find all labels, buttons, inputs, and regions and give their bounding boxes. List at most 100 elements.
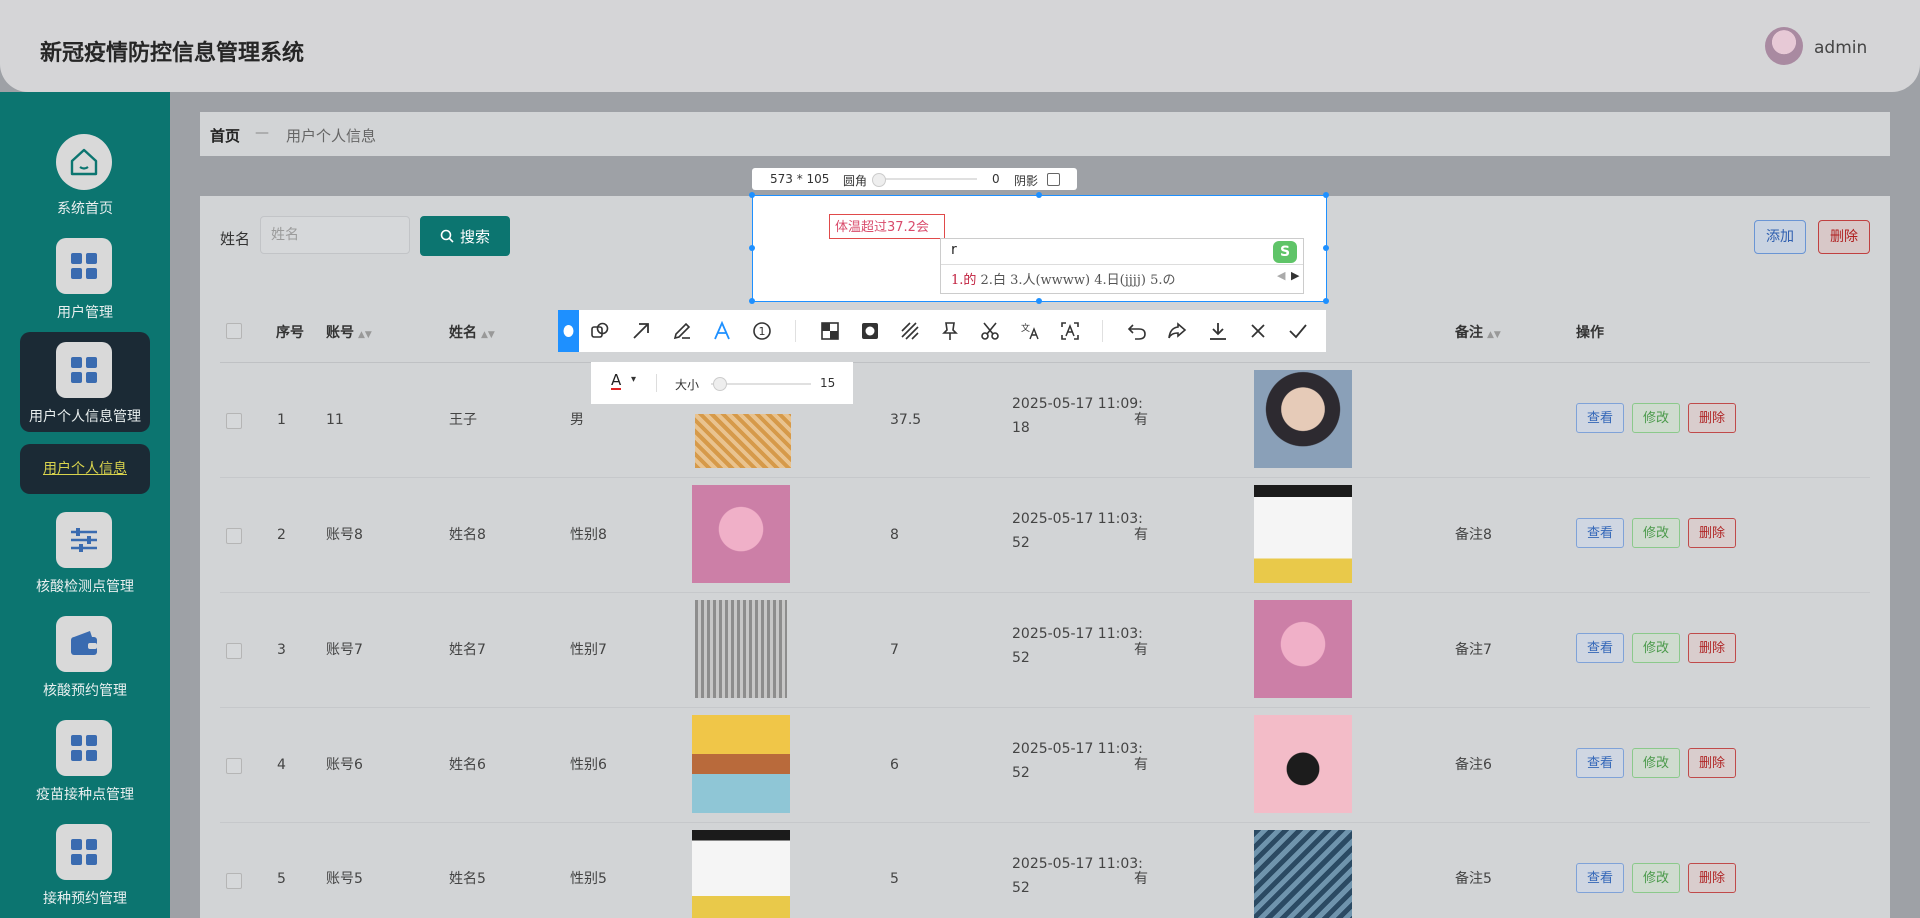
edit-button[interactable]: 修改 [1632, 518, 1681, 548]
row-image-qr [692, 715, 790, 813]
delete-button[interactable]: 删除 [1688, 403, 1737, 433]
resize-handle[interactable] [1323, 192, 1329, 198]
highlight-icon[interactable] [898, 319, 922, 343]
shadow-checkbox[interactable] [1047, 173, 1060, 186]
blur-icon[interactable] [858, 319, 882, 343]
radius-slider-knob[interactable] [872, 173, 886, 187]
chevron-down-icon[interactable]: ▾ [631, 374, 636, 385]
edit-button[interactable]: 修改 [1632, 633, 1681, 663]
search-input[interactable] [260, 216, 410, 254]
undo-icon[interactable] [1125, 319, 1149, 343]
delete-button[interactable]: 删除 [1688, 633, 1737, 663]
text-tool-icon[interactable] [710, 319, 734, 343]
col-name[interactable]: 姓名 ▲▼ [449, 322, 495, 342]
resize-handle[interactable] [749, 298, 755, 304]
search-button[interactable]: 搜索 [420, 216, 510, 256]
capture-toolbar: 1 文 [558, 310, 1326, 352]
sidebar-item-label: 核酸预约管理 [43, 683, 127, 699]
view-button[interactable]: 查看 [1576, 518, 1625, 548]
sidebar-item-personal-info[interactable]: 用户个人信息管理 [0, 342, 170, 442]
cell-remark: 备注7 [1455, 641, 1492, 658]
toolbar-handle[interactable] [558, 310, 579, 352]
radius-slider[interactable] [877, 178, 977, 180]
select-all-checkbox[interactable] [226, 323, 242, 339]
breadcrumb-separator: — [255, 125, 269, 141]
row-checkbox[interactable] [226, 643, 242, 659]
table-row: 3 账号7 姓名7 性别7 7 2025-05-17 11:03: 52 有 备注… [220, 592, 1870, 708]
edit-button[interactable]: 修改 [1632, 748, 1681, 778]
sidebar-item-users[interactable]: 用户管理 [0, 238, 170, 338]
close-icon[interactable] [1246, 319, 1270, 343]
row-image-qr [692, 485, 790, 583]
number-marker-icon[interactable]: 1 [750, 319, 774, 343]
row-checkbox[interactable] [226, 758, 242, 774]
row-checkbox[interactable] [226, 528, 242, 544]
row-image-qr [692, 830, 790, 918]
cell-index: 3 [277, 641, 286, 658]
cell-remark: 备注6 [1455, 756, 1492, 773]
pen-icon[interactable] [670, 319, 694, 343]
resize-handle[interactable] [749, 192, 755, 198]
username[interactable]: admin [1814, 38, 1867, 58]
breadcrumb-home[interactable]: 首页 [210, 125, 240, 146]
row-checkbox[interactable] [226, 873, 242, 889]
view-button[interactable]: 查看 [1576, 403, 1625, 433]
shape-icon[interactable] [588, 319, 612, 343]
download-icon[interactable] [1206, 319, 1230, 343]
text-size-slider-knob[interactable] [713, 377, 727, 391]
ime-candidate-first[interactable]: 1.的 [951, 273, 976, 288]
resize-handle[interactable] [1323, 298, 1329, 304]
mosaic-icon[interactable] [818, 319, 842, 343]
delete-button[interactable]: 删除 [1688, 748, 1737, 778]
sidebar-item-home[interactable]: 系统首页 [0, 134, 170, 234]
col-account[interactable]: 账号 ▲▼ [326, 322, 372, 342]
breadcrumb: 首页 — 用户个人信息 [200, 112, 1890, 156]
resize-handle[interactable] [749, 245, 755, 251]
edit-button[interactable]: 修改 [1632, 863, 1681, 893]
sidebar-item-vaccine-sites[interactable]: 疫苗接种点管理 [0, 720, 170, 820]
edit-button[interactable]: 修改 [1632, 403, 1681, 433]
arrow-icon[interactable] [629, 319, 653, 343]
ime-candidates[interactable]: 1.的 2.白 3.人(wwww) 4.日(jjjj) 5.の [951, 269, 1175, 288]
translate-icon[interactable]: 文 [1018, 319, 1042, 343]
cell-name: 姓名7 [449, 641, 486, 658]
ime-candidate-rest[interactable]: 2.白 3.人(wwww) 4.日(jjjj) 5.の [976, 273, 1176, 288]
row-photo [1254, 715, 1352, 813]
subnav-personal-info[interactable]: 用户个人信息 [20, 444, 150, 494]
props-divider [656, 374, 657, 392]
ime-next-icon[interactable]: ▶ [1291, 269, 1299, 282]
batch-delete-button[interactable]: 删除 [1818, 220, 1870, 254]
cell-name: 姓名8 [449, 526, 486, 543]
view-button[interactable]: 查看 [1576, 633, 1625, 663]
row-photo [1254, 370, 1352, 468]
row-checkbox[interactable] [226, 413, 242, 429]
text-annotation[interactable]: 体温超过37.2会 [829, 214, 945, 239]
view-button[interactable]: 查看 [1576, 748, 1625, 778]
cell-flag: 有 [1134, 871, 1148, 887]
cell-account: 11 [326, 411, 344, 428]
ocr-icon[interactable] [1058, 319, 1082, 343]
resize-handle[interactable] [1036, 298, 1042, 304]
scissors-icon[interactable] [978, 319, 1002, 343]
text-color-icon[interactable]: A [611, 372, 622, 390]
delete-button[interactable]: 删除 [1688, 863, 1737, 893]
resize-handle[interactable] [1323, 245, 1329, 251]
col-remark[interactable]: 备注 ▲▼ [1455, 322, 1501, 342]
sidebar-item-test-booking[interactable]: 核酸预约管理 [0, 616, 170, 716]
redo-icon[interactable] [1165, 319, 1189, 343]
shadow-label: 阴影 [1014, 174, 1039, 188]
view-button[interactable]: 查看 [1576, 863, 1625, 893]
avatar[interactable] [1765, 27, 1803, 65]
row-image-qr [695, 600, 787, 698]
add-button[interactable]: 添加 [1754, 220, 1806, 254]
ime-prev-icon[interactable]: ◀ [1277, 269, 1285, 282]
svg-text:文: 文 [1021, 322, 1030, 334]
col-ops: 操作 [1576, 325, 1604, 341]
resize-handle[interactable] [1036, 192, 1042, 198]
confirm-icon[interactable] [1286, 319, 1310, 343]
pin-icon[interactable] [938, 319, 962, 343]
sidebar-item-label: 系统首页 [57, 201, 113, 217]
delete-button[interactable]: 删除 [1688, 518, 1737, 548]
sidebar-item-vaccine-booking[interactable]: 接种预约管理 [0, 824, 170, 918]
sidebar-item-test-sites[interactable]: 核酸检测点管理 [0, 512, 170, 612]
